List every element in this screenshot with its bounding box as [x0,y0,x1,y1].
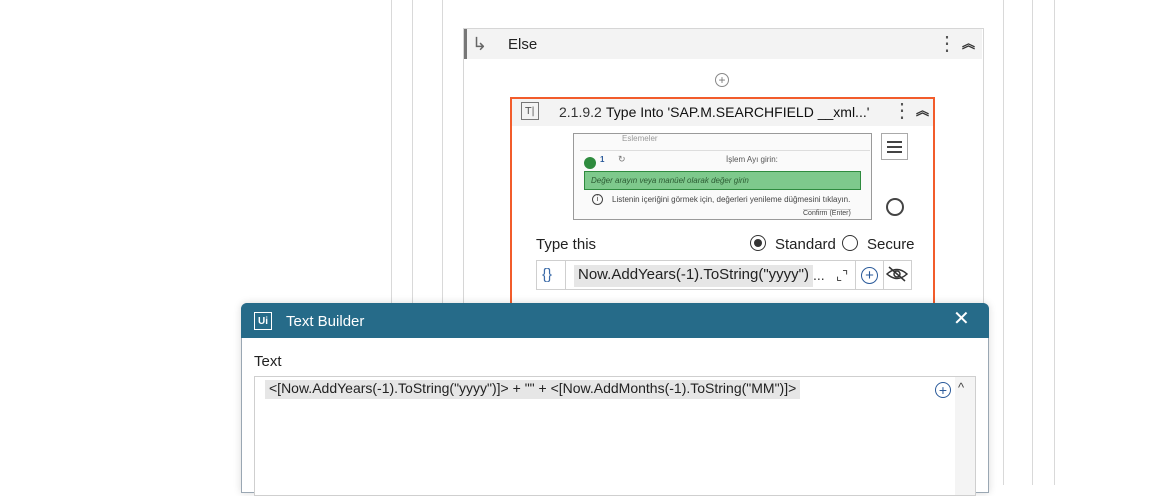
close-icon[interactable]: ✕ [953,309,970,329]
return-arrow-icon: ↳ [472,34,488,54]
chevron-up-icon[interactable]: ^ [958,380,964,395]
expand-icon[interactable]: ⌞⌝ [836,268,848,284]
standard-radio-label: Standard [775,236,836,253]
dialog-title: Text Builder [286,313,365,330]
preview-highlighted-field: Değer arayın veya manüel olarak değer gi… [584,171,861,190]
double-chevron-up-icon[interactable]: ︽ [916,104,929,117]
preview-info-text: Listenin içeriğini görmek için, değerler… [612,195,851,204]
type-into-icon: T| [521,102,539,120]
expression-braces-icon: {} [542,266,553,283]
input-separator [883,261,884,289]
refresh-icon: ↻ [618,154,626,164]
preview-divider [580,150,870,151]
secure-radio[interactable] [842,235,858,251]
else-label: Else [508,36,538,53]
plus-circle-icon[interactable]: + [715,73,729,87]
overflow-ellipsis: ... [813,267,825,283]
hamburger-icon[interactable] [881,133,908,160]
preview-marker-icon [584,157,596,169]
layout-divider [1032,0,1033,485]
text-editor-content[interactable]: <[Now.AddYears(-1).ToString("yyyy")]> + … [265,380,801,399]
activity-title: Type Into 'SAP.M.SEARCHFIELD __xml...' [606,104,870,120]
target-icon[interactable] [886,198,904,216]
preview-subtitle: İşlem Ayı girin: [726,155,778,164]
double-chevron-up-icon[interactable]: ︽ [962,37,975,50]
eye-slash-icon[interactable] [885,265,909,288]
plus-circle-icon[interactable]: + [861,267,878,284]
kebab-menu-icon[interactable]: ⋮ [937,34,957,54]
type-this-label: Type this [536,236,597,253]
kebab-menu-icon[interactable]: ⋮ [892,101,912,121]
standard-radio[interactable] [750,235,766,251]
text-label: Text [254,353,282,370]
info-icon: i [592,194,603,205]
uipath-logo-icon: Ui [254,312,272,330]
preview-confirm-button: Confirm (Enter) [803,209,851,217]
secure-radio-label: Secure [867,236,915,253]
preview-top-text: Eslemeler [622,134,658,143]
activity-number: 2.1.9.2 [559,104,602,120]
else-header[interactable] [464,29,982,59]
expression-value[interactable]: Now.AddYears(-1).ToString("yyyy") [574,265,814,287]
layout-divider [1003,0,1004,485]
layout-divider [1054,0,1055,485]
plus-circle-icon[interactable]: + [935,382,951,398]
input-separator [855,261,856,289]
preview-step-number: 1 [600,155,605,164]
input-separator [565,261,566,289]
